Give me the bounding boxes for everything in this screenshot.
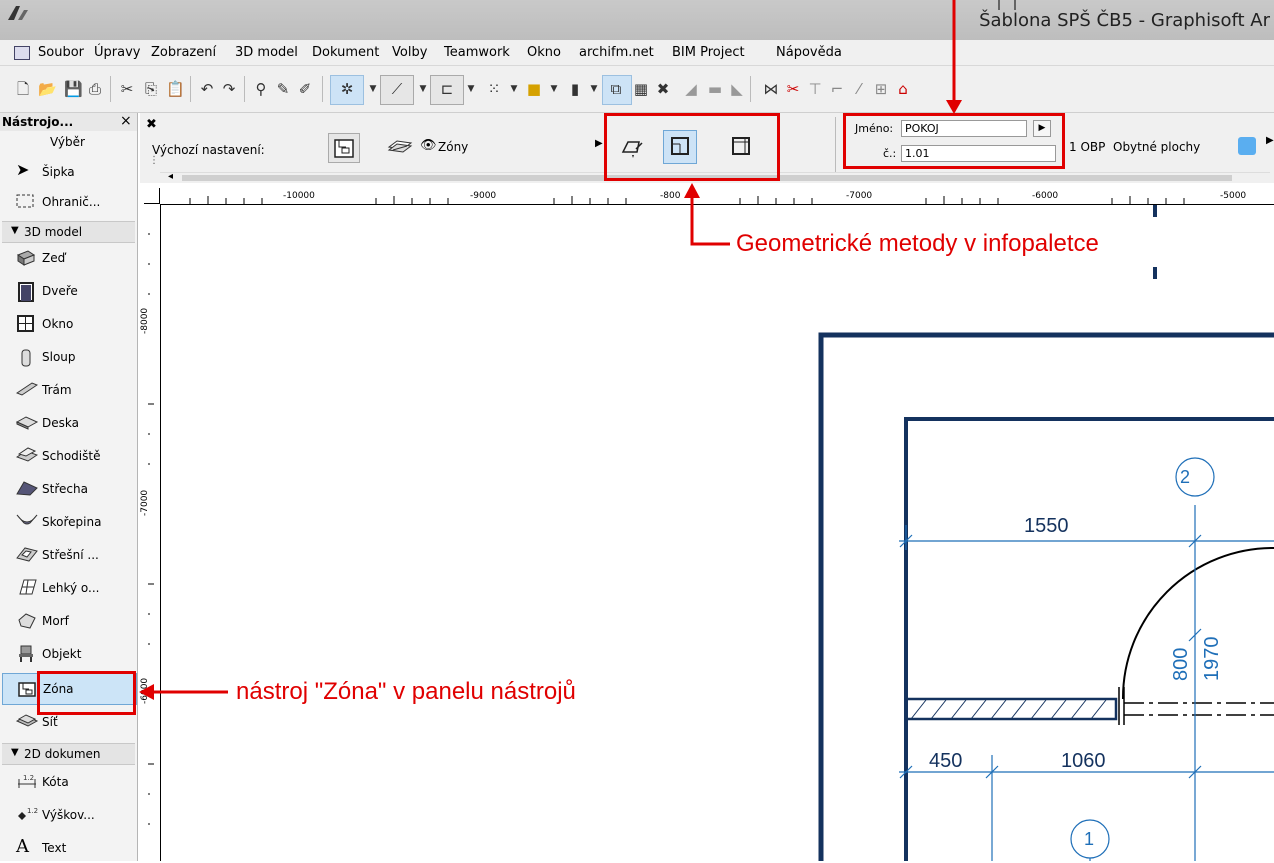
zone-tool-annotation: nástroj "Zóna" v panelu nástrojů	[236, 678, 576, 705]
annotation-arrows	[139, 0, 962, 700]
geometry-methods-annotation: Geometrické metody v infopaletce	[736, 230, 1099, 257]
